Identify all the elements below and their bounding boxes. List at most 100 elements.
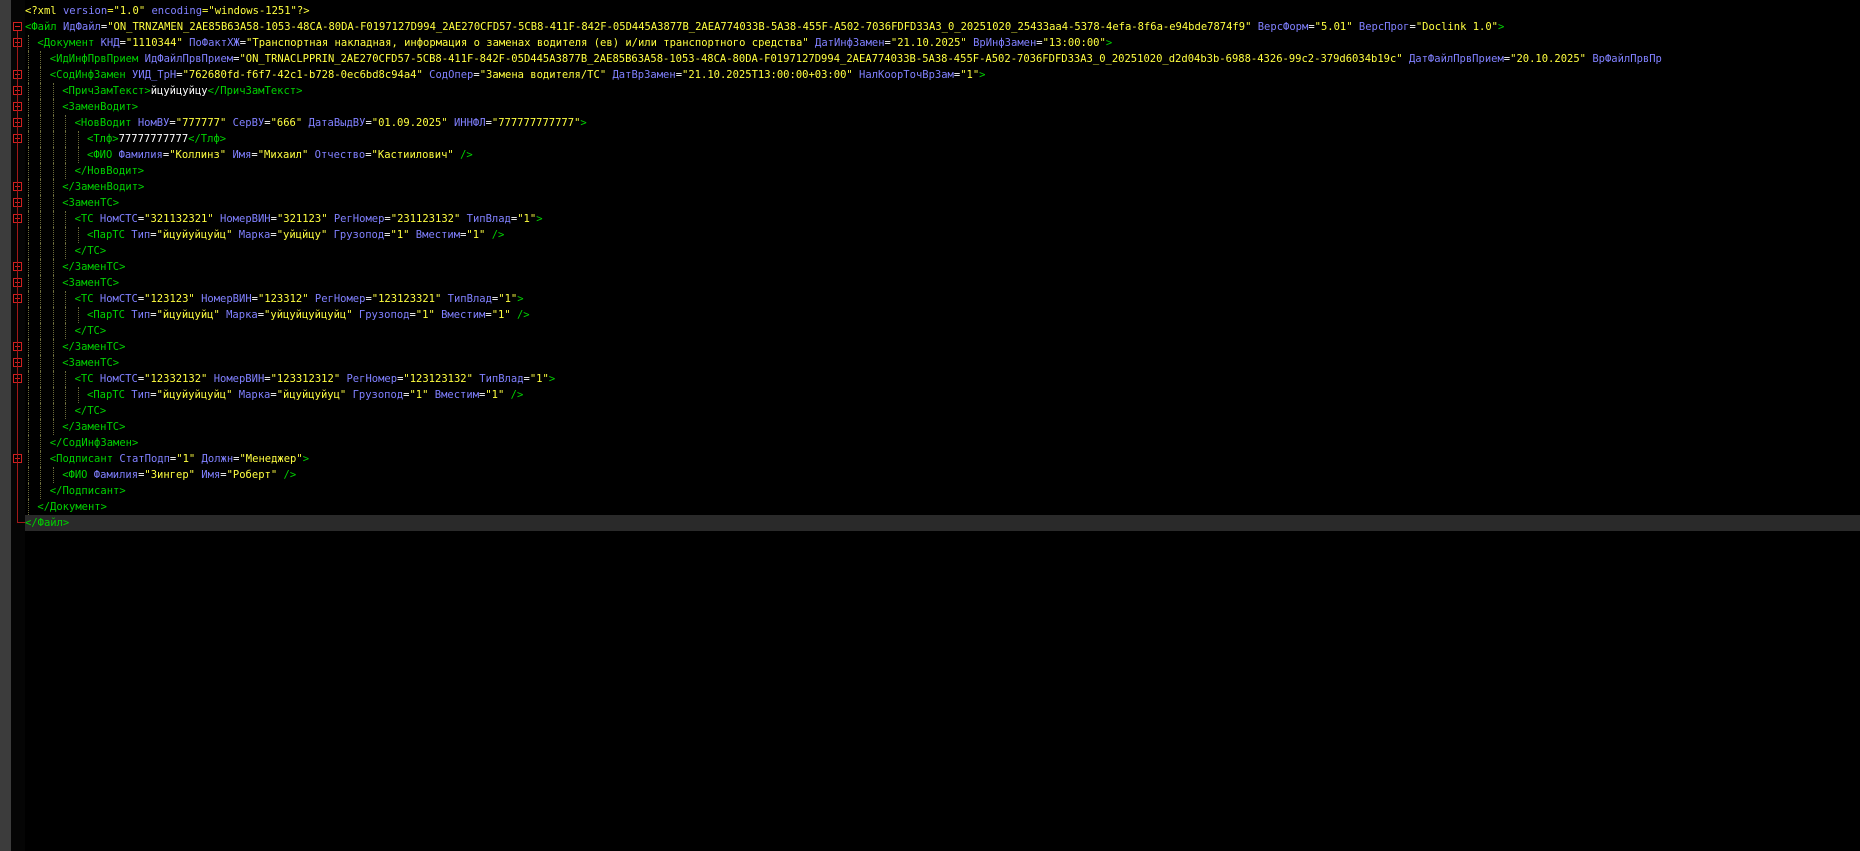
code-line[interactable]: </ТС>	[25, 323, 1860, 339]
indent-guide	[28, 227, 29, 243]
code-token: "йцуйуйцуйц"	[156, 389, 233, 401]
code-line[interactable]: <ЗаменВодит>	[25, 99, 1860, 115]
code-line[interactable]: <ПарТС Тип="йцуйуйцуйц" Марка="уйцйцу" Г…	[25, 227, 1860, 243]
code-token: НалКоорТочВрЗам	[859, 69, 954, 81]
code-token: "Коллинз"	[169, 149, 227, 161]
code-token: <ТС	[74, 293, 100, 305]
code-token: "ON_TRNACLPPRIN_2AE270CFD57-5CB8-411F-84…	[239, 53, 1403, 65]
code-token: encoding	[151, 5, 203, 17]
fold-collapse-icon[interactable]	[13, 22, 22, 31]
code-token: </Файл>	[25, 517, 70, 529]
code-token: "1"	[498, 293, 518, 305]
line-content: <ПарТС Тип="йцуйуйцуйц" Марка="йцуйцуйуц…	[87, 389, 523, 401]
indent-guide	[40, 339, 42, 355]
indent-guide	[65, 115, 67, 131]
code-token: "321132321"	[144, 213, 214, 225]
code-line[interactable]: <ПарТС Тип="йцуйуйцуйц" Марка="йцуйцуйуц…	[25, 387, 1860, 403]
indent-guide	[52, 83, 54, 99]
code-line[interactable]: <Файл ИдФайл="ON_TRNZAMEN_2AE85B63A58-10…	[25, 19, 1860, 35]
code-line[interactable]: <ТС НомСТС="123123" НомерВИН="123312" Ре…	[25, 291, 1860, 307]
code-line[interactable]: <ИдИнфПрвПрием ИдФайлПрвПрием="ON_TRNACL…	[25, 51, 1860, 67]
indent-guide	[40, 435, 42, 451]
line-gutter[interactable]	[0, 0, 11, 851]
indent-guide	[52, 131, 54, 147]
indent-guide	[52, 163, 54, 179]
code-token: Должн	[201, 453, 234, 465]
line-content: <ЗаменТС>	[62, 277, 119, 289]
indent-guide	[40, 387, 42, 403]
code-line[interactable]: </ТС>	[25, 403, 1860, 419]
fold-end-marker	[17, 522, 25, 523]
code-line[interactable]: <Документ КНД="1110344" ПоФактХЖ="Трансп…	[25, 35, 1860, 51]
code-token: "Doclink 1.0"	[1415, 21, 1498, 33]
indent-guide	[52, 403, 54, 419]
line-content: </ТС>	[75, 405, 107, 417]
code-token: РегНомер	[333, 213, 385, 225]
code-line[interactable]: </Документ>	[25, 499, 1860, 515]
code-line[interactable]: </Файл>	[25, 515, 1860, 531]
code-area[interactable]: <?xml version="1.0" encoding="windows-12…	[25, 3, 1860, 531]
indent-guide	[28, 195, 29, 211]
code-line[interactable]: </ЗаменТС>	[25, 259, 1860, 275]
line-content: </Подписант>	[50, 485, 126, 497]
code-token: <Тлф>	[87, 133, 119, 145]
code-line[interactable]: <Тлф>77777777777</Тлф>	[25, 131, 1860, 147]
code-token: ДатаВыдВУ	[308, 117, 366, 129]
code-token: РегНомер	[314, 293, 366, 305]
line-content: </СодИнфЗамен>	[50, 437, 139, 449]
indent-guide	[52, 275, 54, 291]
indent-guide	[65, 131, 67, 147]
indent-guide	[40, 51, 42, 67]
code-token: "13:00:00"	[1042, 37, 1106, 49]
code-token: ВерсФорм	[1257, 21, 1309, 33]
code-line[interactable]: </СодИнфЗамен>	[25, 435, 1860, 451]
code-token: <ФИО	[62, 469, 94, 481]
code-token: <ЗаменТС>	[62, 277, 120, 289]
code-line[interactable]: </ЗаменТС>	[25, 419, 1860, 435]
indent-guide	[28, 323, 29, 339]
code-line[interactable]: </ЗаменТС>	[25, 339, 1860, 355]
xml-editor[interactable]: <?xml version="1.0" encoding="windows-12…	[0, 0, 1860, 851]
code-line[interactable]: </Подписант>	[25, 483, 1860, 499]
code-line[interactable]: <ЗаменТС>	[25, 195, 1860, 211]
indent-guide	[40, 355, 42, 371]
code-line[interactable]: <НовВодит НомВУ="777777" СерВУ="666" Дат…	[25, 115, 1860, 131]
code-token: />	[460, 149, 473, 161]
fold-margin[interactable]	[11, 0, 25, 851]
code-line[interactable]: <ФИО Фамилия="Зингер" Имя="Роберт" />	[25, 467, 1860, 483]
line-content: <ПарТС Тип="йцуйуйцуйц" Марка="уйцйцу" Г…	[87, 229, 504, 241]
code-line[interactable]: <ПричЗамТекст>йцуйцуйцу</ПричЗамТекст>	[25, 83, 1860, 99]
code-line[interactable]: <ЗаменТС>	[25, 355, 1860, 371]
code-token: />	[283, 469, 297, 481]
code-token: "123312312"	[270, 373, 341, 385]
code-line[interactable]: <Подписант СтатПодп="1" Должн="Менеджер"…	[25, 451, 1860, 467]
code-line[interactable]: <?xml version="1.0" encoding="windows-12…	[25, 3, 1860, 19]
code-token: <Документ	[37, 37, 101, 49]
code-line[interactable]: <СодИнфЗамен УИД_ТрН="762680fd-f6f7-42c1…	[25, 67, 1860, 83]
indent-guide	[65, 227, 67, 243]
code-token: >	[302, 453, 310, 465]
code-line[interactable]: <ТС НомСТС="321132321" НомерВИН="321123"…	[25, 211, 1860, 227]
indent-guide	[40, 147, 42, 163]
indent-guide	[28, 35, 29, 51]
code-line[interactable]: <ПарТС Тип="йцуйцуйц" Марка="уйцуйцуйцуй…	[25, 307, 1860, 323]
code-line[interactable]: <ФИО Фамилия="Коллинз" Имя="Михаил" Отче…	[25, 147, 1860, 163]
code-token: "12332132"	[144, 373, 208, 385]
indent-guide	[77, 387, 79, 403]
code-token: <ЗаменТС>	[62, 357, 120, 369]
code-line[interactable]: </ЗаменВодит>	[25, 179, 1860, 195]
line-content: </ТС>	[75, 245, 107, 257]
indent-guide	[28, 211, 29, 227]
line-content: <СодИнфЗамен УИД_ТрН="762680fd-f6f7-42c1…	[50, 69, 986, 81]
indent-guide	[28, 291, 29, 307]
code-line[interactable]: <ТС НомСТС="12332132" НомерВИН="12331231…	[25, 371, 1860, 387]
code-line[interactable]: </НовВодит>	[25, 163, 1860, 179]
code-line[interactable]: </ТС>	[25, 243, 1860, 259]
code-line[interactable]: <ЗаменТС>	[25, 275, 1860, 291]
code-token: Грузопод	[358, 309, 410, 321]
indent-guide	[28, 483, 29, 499]
indent-guide	[52, 307, 54, 323]
code-token: </ЗаменТС>	[62, 421, 126, 433]
indent-guide	[40, 403, 42, 419]
indent-guide	[28, 355, 29, 371]
